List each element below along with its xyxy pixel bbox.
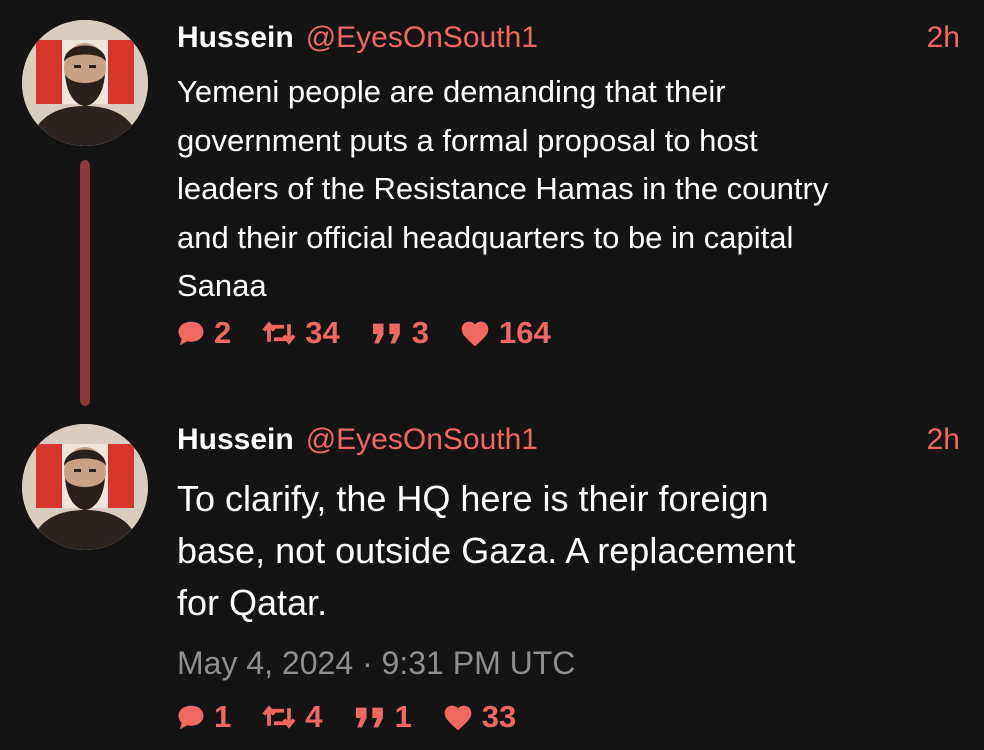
- reply-icon: [176, 318, 206, 348]
- quote-count: 3: [411, 315, 429, 350]
- retweet-count: 34: [305, 315, 340, 350]
- retweet-button[interactable]: 34: [261, 315, 340, 351]
- retweet-button[interactable]: 4: [261, 699, 323, 735]
- username-handle[interactable]: @EyesOnSouth1: [306, 21, 538, 55]
- retweet-icon: [261, 702, 297, 732]
- tweet-stats: 2 34 3 164: [176, 315, 551, 351]
- retweet-count: 4: [305, 699, 323, 734]
- tweet-text: Yemeni people are demanding that their g…: [177, 74, 829, 303]
- avatar[interactable]: [22, 424, 148, 550]
- quote-count: 1: [394, 699, 412, 734]
- like-count: 33: [481, 699, 517, 734]
- tweet-stats: 1 4 1 33: [176, 699, 516, 735]
- like-icon: [459, 318, 491, 348]
- like-count: 164: [498, 315, 551, 350]
- like-button[interactable]: 33: [442, 699, 516, 735]
- reply-button[interactable]: 1: [176, 699, 231, 735]
- quote-icon: [353, 703, 387, 731]
- tweet-header: Hussein @EyesOnSouth1 2h: [177, 18, 960, 58]
- tweet[interactable]: Hussein @EyesOnSouth1 2h To clarify, the…: [0, 410, 984, 750]
- thread-connector-line: [80, 160, 90, 406]
- display-name[interactable]: Hussein: [177, 423, 294, 457]
- like-icon: [442, 702, 474, 732]
- reply-button[interactable]: 2: [176, 315, 231, 351]
- tweet[interactable]: Hussein @EyesOnSouth1 2h Yemeni people a…: [0, 0, 984, 410]
- quote-button[interactable]: 1: [353, 699, 412, 735]
- relative-time[interactable]: 2h: [927, 21, 960, 55]
- tweet-date[interactable]: May 4, 2024 · 9:31 PM UTC: [177, 645, 575, 682]
- reply-count: 1: [214, 699, 232, 734]
- reply-count: 2: [214, 315, 232, 350]
- reply-icon: [176, 702, 206, 732]
- username-handle[interactable]: @EyesOnSouth1: [306, 423, 538, 457]
- relative-time[interactable]: 2h: [927, 423, 960, 457]
- avatar[interactable]: [22, 20, 148, 146]
- display-name[interactable]: Hussein: [177, 21, 294, 55]
- quote-icon: [370, 319, 404, 347]
- tweet-text: To clarify, the HQ here is their foreign…: [177, 478, 796, 623]
- quote-button[interactable]: 3: [370, 315, 429, 351]
- retweet-icon: [261, 318, 297, 348]
- tweet-header: Hussein @EyesOnSouth1 2h: [177, 420, 960, 460]
- thread-view: { "colors": { "background": "#141414", "…: [0, 0, 984, 750]
- like-button[interactable]: 164: [459, 315, 551, 351]
